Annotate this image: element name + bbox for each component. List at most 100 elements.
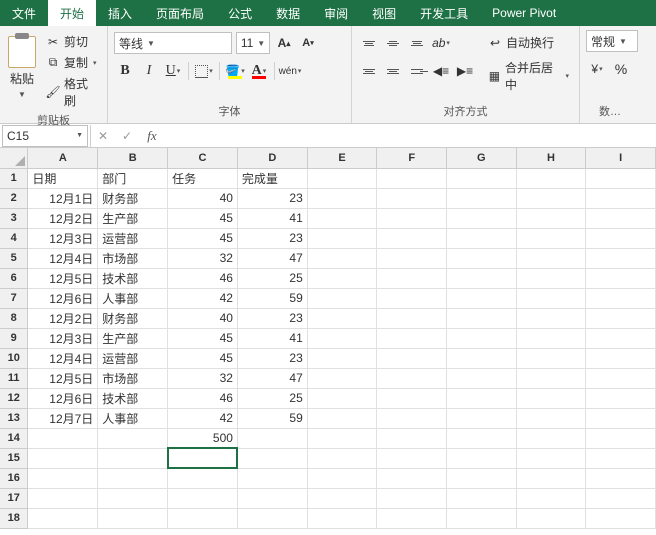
- align-middle-button[interactable]: [382, 32, 404, 54]
- align-top-button[interactable]: [358, 32, 380, 54]
- cell-A14[interactable]: [28, 428, 98, 448]
- cell-C6[interactable]: 46: [168, 268, 238, 288]
- cell-C3[interactable]: 45: [168, 208, 238, 228]
- cell-F13[interactable]: [377, 408, 447, 428]
- cell-B18[interactable]: [98, 508, 168, 528]
- cell-G5[interactable]: [447, 248, 517, 268]
- cell-D6[interactable]: 25: [237, 268, 307, 288]
- copy-button[interactable]: ⧉复制▾: [44, 53, 101, 72]
- cell-F16[interactable]: [377, 468, 447, 488]
- cell-F10[interactable]: [377, 348, 447, 368]
- cell-I16[interactable]: [586, 468, 656, 488]
- cell-G10[interactable]: [447, 348, 517, 368]
- tab-审阅[interactable]: 审阅: [312, 0, 360, 26]
- row-header-12[interactable]: 12: [0, 388, 28, 408]
- col-header-F[interactable]: F: [377, 148, 447, 168]
- cell-H6[interactable]: [516, 268, 586, 288]
- cell-E15[interactable]: [307, 448, 377, 468]
- row-header-17[interactable]: 17: [0, 488, 28, 508]
- cell-E8[interactable]: [307, 308, 377, 328]
- cell-I6[interactable]: [586, 268, 656, 288]
- cell-H4[interactable]: [516, 228, 586, 248]
- cell-I14[interactable]: [586, 428, 656, 448]
- cell-I15[interactable]: [586, 448, 656, 468]
- cell-C18[interactable]: [168, 508, 238, 528]
- col-header-G[interactable]: G: [447, 148, 517, 168]
- cell-G4[interactable]: [447, 228, 517, 248]
- tab-视图[interactable]: 视图: [360, 0, 408, 26]
- cell-G17[interactable]: [447, 488, 517, 508]
- cell-C15[interactable]: [168, 448, 238, 468]
- cell-C1[interactable]: 任务: [168, 168, 238, 188]
- cell-I18[interactable]: [586, 508, 656, 528]
- row-header-1[interactable]: 1: [0, 168, 28, 188]
- tab-Power Pivot[interactable]: Power Pivot: [480, 0, 568, 26]
- cell-F18[interactable]: [377, 508, 447, 528]
- cell-D5[interactable]: 47: [237, 248, 307, 268]
- cell-A3[interactable]: 12月2日: [28, 208, 98, 228]
- cell-A11[interactable]: 12月5日: [28, 368, 98, 388]
- cell-H1[interactable]: [516, 168, 586, 188]
- cell-F17[interactable]: [377, 488, 447, 508]
- align-right-button[interactable]: [406, 60, 428, 82]
- cell-E5[interactable]: [307, 248, 377, 268]
- cell-B14[interactable]: [98, 428, 168, 448]
- cell-E2[interactable]: [307, 188, 377, 208]
- cell-H13[interactable]: [516, 408, 586, 428]
- cell-F1[interactable]: [377, 168, 447, 188]
- fill-color-button[interactable]: 🪣▾: [224, 60, 246, 82]
- border-button[interactable]: ▾: [193, 60, 215, 82]
- cell-G16[interactable]: [447, 468, 517, 488]
- cell-F8[interactable]: [377, 308, 447, 328]
- percent-button[interactable]: %: [610, 58, 632, 80]
- align-center-button[interactable]: [382, 60, 404, 82]
- cell-A7[interactable]: 12月6日: [28, 288, 98, 308]
- cell-G18[interactable]: [447, 508, 517, 528]
- increase-font-button[interactable]: A▴: [274, 32, 294, 54]
- cell-A6[interactable]: 12月5日: [28, 268, 98, 288]
- cell-D7[interactable]: 59: [237, 288, 307, 308]
- cell-F3[interactable]: [377, 208, 447, 228]
- phonetic-button[interactable]: wén▾: [279, 60, 301, 82]
- decrease-font-button[interactable]: A▾: [298, 32, 318, 54]
- cell-C9[interactable]: 45: [168, 328, 238, 348]
- cell-B5[interactable]: 市场部: [98, 248, 168, 268]
- select-all-corner[interactable]: [0, 148, 28, 168]
- format-painter-button[interactable]: 🖌格式刷: [44, 74, 101, 110]
- cell-A5[interactable]: 12月4日: [28, 248, 98, 268]
- cell-E1[interactable]: [307, 168, 377, 188]
- cell-H11[interactable]: [516, 368, 586, 388]
- col-header-I[interactable]: I: [586, 148, 656, 168]
- cell-G7[interactable]: [447, 288, 517, 308]
- cell-G12[interactable]: [447, 388, 517, 408]
- number-format-select[interactable]: 常规▼: [586, 30, 638, 52]
- cell-D17[interactable]: [237, 488, 307, 508]
- cell-D9[interactable]: 41: [237, 328, 307, 348]
- align-left-button[interactable]: [358, 60, 380, 82]
- row-header-9[interactable]: 9: [0, 328, 28, 348]
- tab-文件[interactable]: 文件: [0, 0, 48, 26]
- cell-H8[interactable]: [516, 308, 586, 328]
- cell-A1[interactable]: 日期: [28, 168, 98, 188]
- cell-H5[interactable]: [516, 248, 586, 268]
- cell-B8[interactable]: 财务部: [98, 308, 168, 328]
- cell-F15[interactable]: [377, 448, 447, 468]
- cell-C16[interactable]: [168, 468, 238, 488]
- cell-I10[interactable]: [586, 348, 656, 368]
- cell-D18[interactable]: [237, 508, 307, 528]
- cell-H12[interactable]: [516, 388, 586, 408]
- cell-G11[interactable]: [447, 368, 517, 388]
- cell-I4[interactable]: [586, 228, 656, 248]
- font-name-select[interactable]: 等线▼: [114, 32, 232, 54]
- tab-开发工具[interactable]: 开发工具: [408, 0, 480, 26]
- cell-F4[interactable]: [377, 228, 447, 248]
- orientation-button[interactable]: ab▾: [430, 32, 452, 54]
- tab-公式[interactable]: 公式: [216, 0, 264, 26]
- formula-input[interactable]: [163, 125, 656, 147]
- row-header-6[interactable]: 6: [0, 268, 28, 288]
- cell-A2[interactable]: 12月1日: [28, 188, 98, 208]
- row-header-10[interactable]: 10: [0, 348, 28, 368]
- cell-D8[interactable]: 23: [237, 308, 307, 328]
- cell-H17[interactable]: [516, 488, 586, 508]
- cell-A15[interactable]: [28, 448, 98, 468]
